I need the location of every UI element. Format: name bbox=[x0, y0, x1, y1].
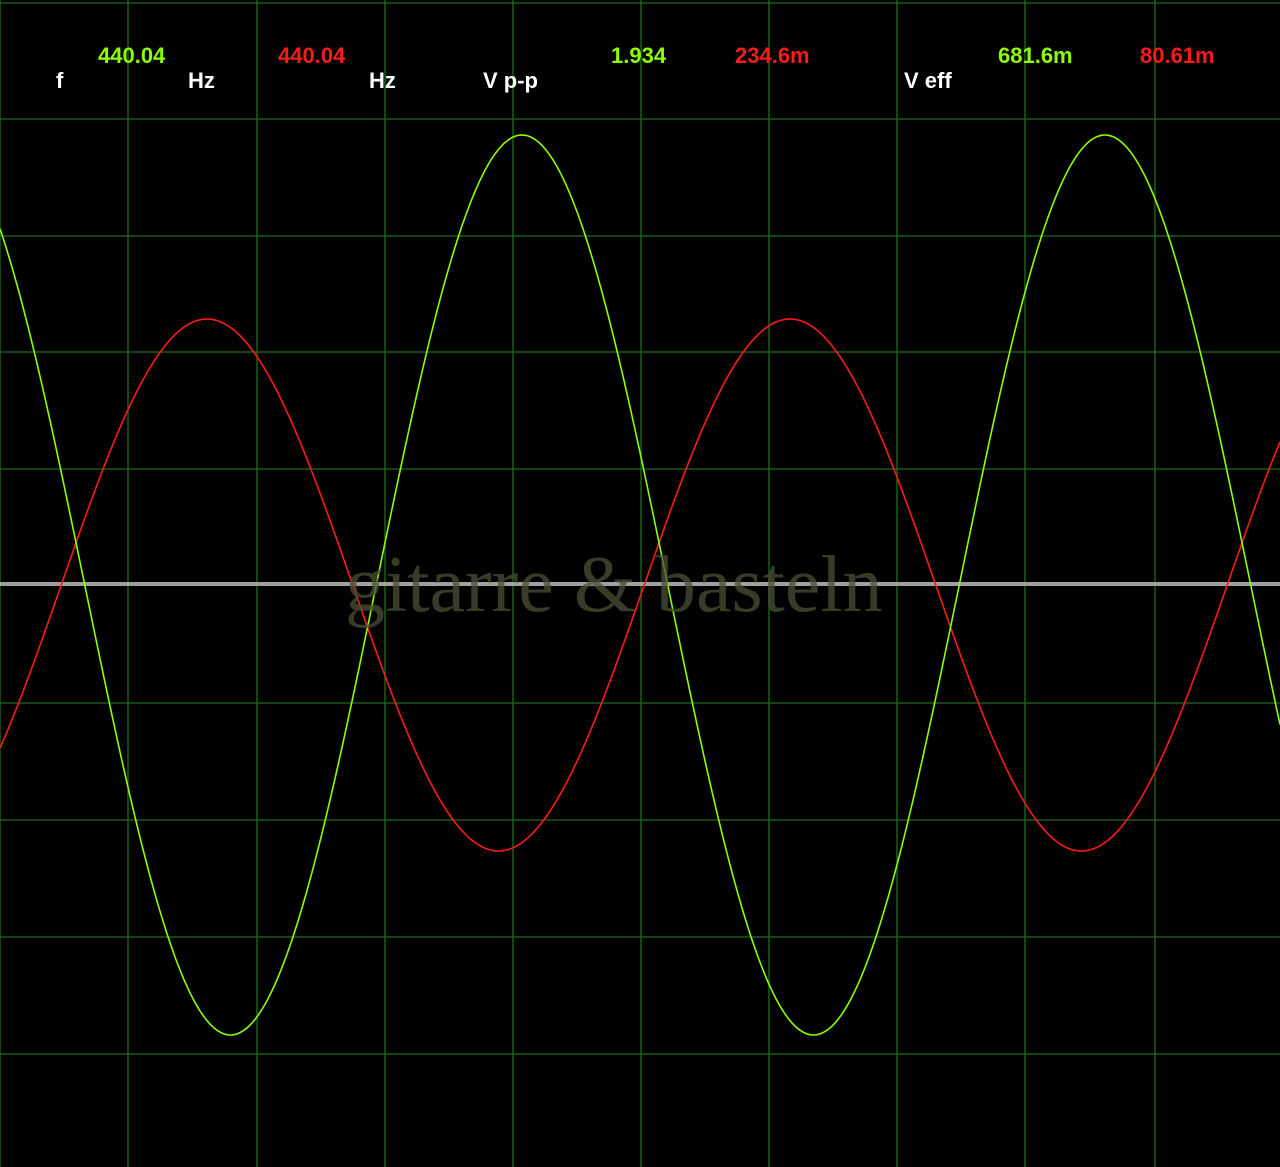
frequency-label: f bbox=[56, 68, 64, 93]
frequency-ch2-unit: Hz bbox=[369, 68, 396, 93]
frequency-ch1-value: 440.04 bbox=[98, 43, 166, 68]
veff-ch2-value: 80.61m bbox=[1140, 43, 1215, 68]
veff-label: V eff bbox=[904, 68, 952, 93]
vpp-label: V p-p bbox=[483, 68, 538, 93]
frequency-ch1-unit: Hz bbox=[188, 68, 215, 93]
vpp-ch1-value: 1.934 bbox=[611, 43, 667, 68]
vpp-ch2-value: 234.6m bbox=[735, 43, 810, 68]
veff-ch1-value: 681.6m bbox=[998, 43, 1073, 68]
frequency-ch2-value: 440.04 bbox=[278, 43, 346, 68]
oscilloscope-screen bbox=[0, 0, 1280, 1167]
